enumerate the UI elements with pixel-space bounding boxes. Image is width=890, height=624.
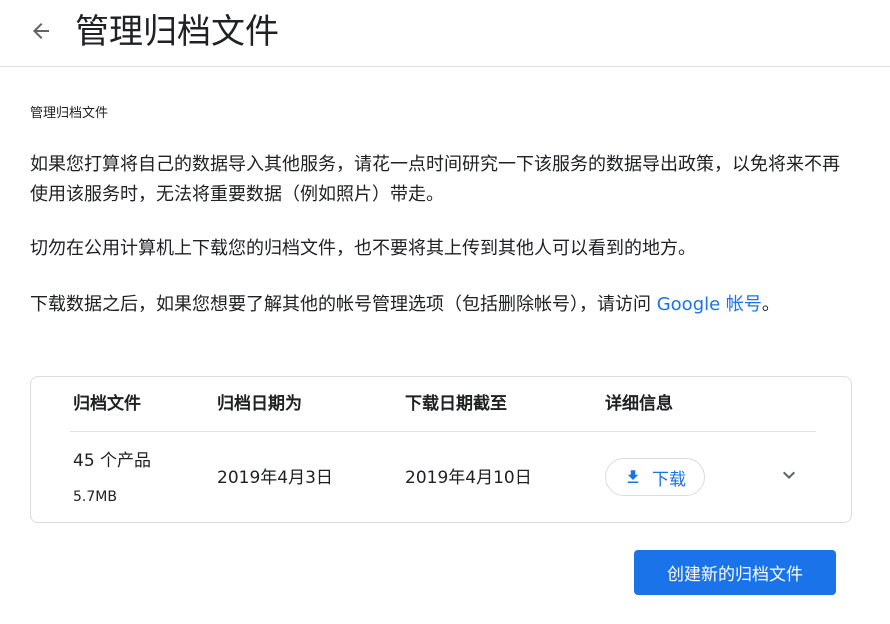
page-title: 管理归档文件 [75,12,279,52]
export-policy-paragraph: 如果您打算将自己的数据导入其他服务，请花一点时间研究一下该服务的数据导出政策，以… [30,154,840,205]
page-header: 管理归档文件 [0,0,890,67]
archive-size: 5.7MB [73,489,117,505]
create-new-archive-button[interactable]: 创建新的归档文件 [634,550,836,595]
public-computer-warning-paragraph: 切勿在公用计算机上下载您的归档文件，也不要将其上传到其他人可以看到的地方。 [30,238,696,259]
download-icon [627,470,639,483]
back-button[interactable] [26,16,56,46]
download-until-date: 2019年4月10日 [405,468,532,488]
account-options-paragraph: 下载数据之后，如果您想要了解其他的帐号管理选项（包括删除帐号），请访问 Goog… [30,290,850,320]
download-button[interactable]: 下载 [605,458,705,496]
arrow-back-icon [33,23,49,39]
account-options-text: 下载数据之后，如果您想要了解其他的帐号管理选项（包括删除帐号），请访问 [30,294,657,315]
account-options-suffix: 。 [761,294,780,315]
archive-product-count: 45 个产品 [73,451,152,471]
archive-date: 2019年4月3日 [217,468,333,488]
section-label: 管理归档文件 [30,106,109,121]
column-header-archive-date: 归档日期为 [217,394,302,414]
column-header-details: 详细信息 [605,394,673,414]
column-header-archive: 归档文件 [73,394,141,414]
column-header-download-until: 下载日期截至 [405,394,507,414]
expand-row-button[interactable] [776,462,802,488]
google-account-link[interactable]: Google 帐号 [657,294,762,315]
download-button-label: 下载 [652,469,686,490]
table-header-divider [70,431,816,432]
chevron-down-icon [783,471,795,479]
